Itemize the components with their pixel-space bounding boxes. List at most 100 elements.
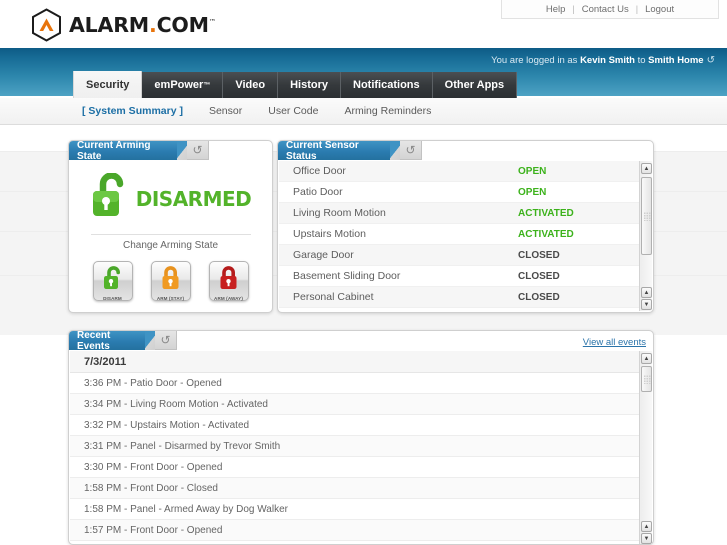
unlocked-padlock-icon [102,266,124,295]
separator: | [635,4,639,14]
sensor-status-value: CLOSED [518,249,560,261]
event-row: 3:30 PM - Front Door - Opened [70,457,652,478]
refresh-sensor-status-button[interactable]: ↺ [400,141,422,160]
login-status: You are logged in as Kevin Smith to Smit… [491,55,715,66]
events-list: 7/3/2011 3:36 PM - Patio Door - Opened 3:… [70,351,652,544]
tab-label: emPower [154,79,204,91]
sensor-row: Personal Cabinet CLOSED [279,287,652,308]
sensor-status-value: ACTIVATED [518,228,574,240]
unlocked-padlock-icon [90,172,132,224]
sub-navigation: [ System Summary ] Sensor User Code Armi… [0,98,727,125]
sensor-row: Office Door OPEN [279,161,652,182]
login-prefix: You are logged in as [491,55,581,66]
sensor-row: Garage Door CLOSED [279,245,652,266]
logout-link[interactable]: Logout [645,4,674,15]
site-logo[interactable]: ALARM.COM™ [23,5,216,45]
scroll-thumb[interactable] [641,366,652,392]
sensor-name: Living Room Motion [293,207,386,219]
disarm-button[interactable]: DISARM [92,261,133,301]
tab-empower[interactable]: emPower ™ [142,72,224,98]
button-label: DISARM [103,296,122,301]
subnav-arming-reminders[interactable]: Arming Reminders [344,105,431,117]
scroll-up-arrow-icon[interactable]: ▲ [641,353,652,364]
logged-in-user: Kevin Smith [580,55,635,66]
trademark-mark: ™ [203,81,211,89]
button-label: ARM (AWAY) [214,296,243,301]
refresh-events-button[interactable]: ↺ [155,331,177,350]
current-sensor-status-panel: Current Sensor Status ↺ Office Door OPEN P… [277,140,654,313]
scroll-up-arrow-icon[interactable]: ▲ [641,521,652,532]
scroll-down-arrow-icon[interactable]: ▼ [641,533,652,544]
panel-title: Recent Events [69,330,145,352]
separator: | [572,4,575,14]
tab-label: Other Apps [444,79,505,91]
change-arming-state-label: Change Arming State [122,240,219,251]
sensor-list: Office Door OPEN Patio Door OPEN Living Room… [279,161,652,311]
sensor-scrollbar[interactable]: ▲ ▲ ▼ [639,161,652,311]
contact-us-link[interactable]: Contact Us [582,4,629,15]
main-tabs: Security emPower ™ Video History Notifica… [73,71,518,98]
logo-wordmark: ALARM.COM™ [69,13,216,37]
tab-label: History [290,79,329,91]
event-row: 3:32 PM - Upstairs Motion - Activated [70,415,652,436]
sensor-row: Patio Door OPEN [279,182,652,203]
sensor-row: Living Room Motion ACTIVATED [279,203,652,224]
current-arming-state-panel: Current Arming State ↺ DISARMED Change A… [68,140,273,313]
event-row: 1:57 PM - Front Door - Opened [70,520,652,541]
login-middle: to [634,55,649,66]
sensor-name: Basement Sliding Door [293,270,401,282]
panel-title: Current Arming State [69,140,177,162]
sensor-status-value: OPEN [518,186,547,198]
event-date-header: 7/3/2011 [70,351,652,373]
page-body: Current Arming State ↺ DISARMED Change A… [0,125,727,545]
arm-stay-button[interactable]: ARM (STAY) [150,261,191,301]
scroll-thumb[interactable] [641,177,652,255]
alarm-hexagon-logo-icon [31,8,62,42]
sensor-status-value: CLOSED [518,291,560,303]
scroll-grip-icon [643,375,650,384]
tab-video[interactable]: Video [223,72,279,98]
sensor-name: Patio Door [293,186,343,198]
event-row: 1:58 PM - Front Door - Closed [70,478,652,499]
sensor-name: Office Door [293,165,346,177]
event-row: 3:36 PM - Patio Door - Opened [70,373,652,394]
view-all-events-link[interactable]: View all events [583,337,646,348]
tab-security[interactable]: Security [73,71,143,98]
scroll-up-arrow-icon[interactable]: ▲ [641,163,652,174]
arming-state-display: DISARMED [69,167,272,230]
refresh-icon[interactable]: ↺ [707,55,715,66]
recent-events-panel: Recent Events ↺ View all events 7/3/2011… [68,330,654,545]
subnav-user-code[interactable]: User Code [268,105,318,117]
event-row: 3:31 PM - Panel - Disarmed by Trevor Smi… [70,436,652,457]
tab-label: Security [86,78,130,91]
sensor-status-value: CLOSED [518,270,560,282]
scroll-down-arrow-icon[interactable]: ▼ [641,299,652,310]
top-bar: Help | Contact Us | Logout ALARM.COM™ [0,0,727,48]
events-scrollbar[interactable]: ▲ ▲ ▼ [639,351,652,544]
refresh-arming-state-button[interactable]: ↺ [187,141,209,160]
tab-other-apps[interactable]: Other Apps [432,72,518,98]
scroll-up-arrow-icon[interactable]: ▲ [641,287,652,298]
sensor-name: Garage Door [293,249,354,261]
help-link[interactable]: Help [546,4,566,15]
sensor-name: Personal Cabinet [293,291,374,303]
divider [91,234,251,235]
locked-padlock-icon [160,266,182,295]
event-row: 3:34 PM - Living Room Motion - Activated [70,394,652,415]
arm-away-button[interactable]: ARM (AWAY) [208,261,249,301]
arming-buttons: DISARM ARM (STAY) ARM (AWAY) [69,261,272,301]
tab-label: Notifications [353,79,420,91]
sensor-status-value: OPEN [518,165,547,177]
locked-padlock-icon [218,266,240,295]
scroll-grip-icon [643,212,650,221]
subnav-system-summary[interactable]: [ System Summary ] [82,105,183,117]
panel-title: Current Sensor Status [278,140,390,162]
button-label: ARM (STAY) [156,296,185,301]
subnav-sensor[interactable]: Sensor [209,105,242,117]
sensor-status-value: ACTIVATED [518,207,574,219]
utility-links: Help | Contact Us | Logout [501,0,719,19]
sensor-row: Upstairs Motion ACTIVATED [279,224,652,245]
tab-notifications[interactable]: Notifications [341,72,433,98]
sensor-row: Basement Sliding Door CLOSED [279,266,652,287]
tab-history[interactable]: History [278,72,342,98]
